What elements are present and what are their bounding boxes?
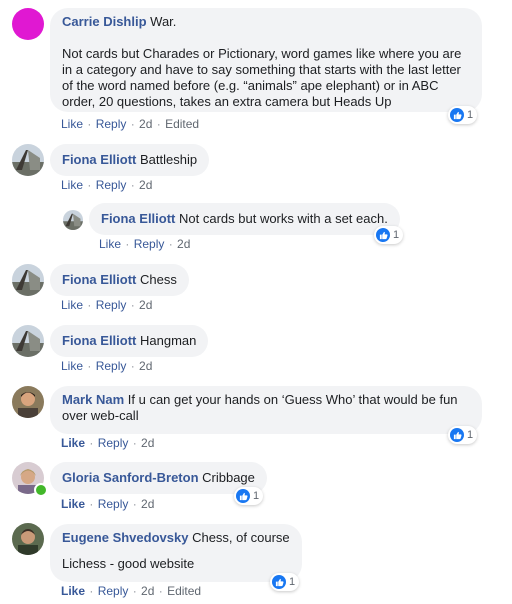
like-link[interactable]: Like xyxy=(61,436,85,450)
like-link[interactable]: Like xyxy=(61,117,83,131)
comment-author[interactable]: Fiona Elliott xyxy=(101,211,175,226)
comment-bubble: Fiona Elliott Chess xyxy=(50,264,189,296)
comment-actions: Like · Reply · 2d · Edited xyxy=(61,117,200,131)
avatar[interactable] xyxy=(12,325,44,357)
comment-author[interactable]: Fiona Elliott xyxy=(62,333,136,348)
comment-text-paragraph: Lichess - good website xyxy=(62,556,195,571)
timestamp[interactable]: 2d xyxy=(139,178,152,192)
comment-actions: Like · Reply · 2d xyxy=(61,298,153,312)
comment-text-paragraph: Not cards but Charades or Pictionary, wo… xyxy=(62,46,462,109)
avatar[interactable] xyxy=(12,523,44,555)
online-status-icon xyxy=(34,483,48,497)
reaction-number: 1 xyxy=(393,229,400,241)
like-link[interactable]: Like xyxy=(61,584,85,598)
timestamp[interactable]: 2d xyxy=(139,117,152,131)
comment-actions: Like · Reply · 2d xyxy=(61,359,153,373)
thumbs-up-icon xyxy=(450,428,464,442)
reply-link[interactable]: Reply xyxy=(98,436,129,450)
reaction-count[interactable]: 1 xyxy=(270,573,300,591)
timestamp[interactable]: 2d xyxy=(139,359,152,373)
timestamp[interactable]: 2d xyxy=(177,237,190,251)
avatar[interactable] xyxy=(12,264,44,296)
reply-link[interactable]: Reply xyxy=(96,117,127,131)
comment-text: Cribbage xyxy=(202,470,255,485)
comment-bubble: Fiona Elliott Battleship xyxy=(50,144,210,176)
like-link[interactable]: Like xyxy=(61,178,83,192)
edited-label[interactable]: Edited xyxy=(167,584,201,598)
thumbs-up-icon xyxy=(450,108,464,122)
comment-author[interactable]: Gloria Sanford-Breton xyxy=(62,470,199,485)
avatar[interactable] xyxy=(12,386,44,418)
comment-author[interactable]: Fiona Elliott xyxy=(62,152,136,167)
timestamp[interactable]: 2d xyxy=(139,298,152,312)
like-link[interactable]: Like xyxy=(61,359,83,373)
comment-text: Chess, of course xyxy=(192,530,290,545)
avatar[interactable] xyxy=(12,8,44,40)
comment-bubble: Carrie Dishlip War. Not cards but Charad… xyxy=(50,8,482,112)
comment-text: Battleship xyxy=(140,152,198,167)
edited-label[interactable]: Edited xyxy=(165,117,199,131)
like-link[interactable]: Like xyxy=(61,497,85,511)
reply-link[interactable]: Reply xyxy=(96,359,127,373)
comment-text: Not cards but works with a set each. xyxy=(179,211,388,226)
like-link[interactable]: Like xyxy=(99,237,121,251)
comment-actions: Like · Reply · 2d xyxy=(61,178,153,192)
timestamp[interactable]: 2d xyxy=(141,584,154,598)
avatar[interactable] xyxy=(12,144,44,176)
comment-actions: Like · Reply · 2d xyxy=(61,436,155,450)
timestamp[interactable]: 2d xyxy=(141,497,154,511)
comment-author[interactable]: Fiona Elliott xyxy=(62,272,136,287)
comment-bubble: Fiona Elliott Hangman xyxy=(50,325,209,357)
reaction-count[interactable]: 1 xyxy=(448,426,478,444)
comment-bubble: Mark Nam If u can get your hands on ‘Gue… xyxy=(50,386,482,434)
comment-actions: Like · Reply · 2d xyxy=(61,497,155,511)
reaction-number: 1 xyxy=(467,109,474,121)
comment-text: Hangman xyxy=(140,333,197,348)
reaction-number: 1 xyxy=(253,490,260,502)
thumbs-up-icon xyxy=(272,575,286,589)
comment-actions: Like · Reply · 2d xyxy=(99,237,191,251)
reaction-count[interactable]: 1 xyxy=(448,106,478,124)
reaction-count[interactable]: 1 xyxy=(234,487,264,505)
timestamp[interactable]: 2d xyxy=(141,436,154,450)
comment-author[interactable]: Eugene Shvedovsky xyxy=(62,530,188,545)
comment-author[interactable]: Carrie Dishlip xyxy=(62,14,147,29)
thumbs-up-icon xyxy=(376,228,390,242)
comment-author[interactable]: Mark Nam xyxy=(62,392,124,407)
reaction-number: 1 xyxy=(289,576,296,588)
comment-text: Chess xyxy=(140,272,177,287)
comment-bubble: Eugene Shvedovsky Chess, of course Liche… xyxy=(50,524,302,582)
comment-bubble: Gloria Sanford-Breton Cribbage xyxy=(50,462,267,494)
reply-link[interactable]: Reply xyxy=(96,178,127,192)
comment-actions: Like · Reply · 2d · Edited xyxy=(61,584,202,598)
reply-link[interactable]: Reply xyxy=(98,584,129,598)
thumbs-up-icon xyxy=(236,489,250,503)
reply-link[interactable]: Reply xyxy=(134,237,165,251)
reaction-number: 1 xyxy=(467,429,474,441)
comment-text: War. xyxy=(150,14,177,29)
reply-link[interactable]: Reply xyxy=(96,298,127,312)
reply-link[interactable]: Reply xyxy=(98,497,129,511)
avatar[interactable] xyxy=(63,210,83,230)
like-link[interactable]: Like xyxy=(61,298,83,312)
comment-bubble: Fiona Elliott Not cards but works with a… xyxy=(89,203,400,235)
reaction-count[interactable]: 1 xyxy=(374,226,404,244)
